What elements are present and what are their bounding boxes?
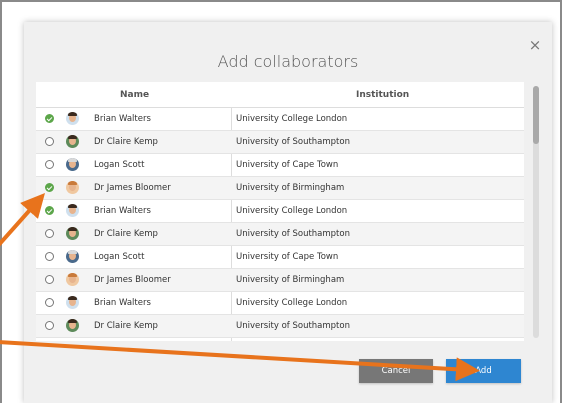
select-radio[interactable] <box>45 275 54 284</box>
collaborator-institution: University of Birmingham <box>236 275 345 285</box>
collaborators-table: Name Institution Brian Walters University… <box>36 82 524 341</box>
avatar <box>66 135 79 148</box>
table-row[interactable]: Dr James Bloomer University of Birmingham <box>36 177 524 200</box>
table-row[interactable]: Dr Claire Kemp University of Southampton <box>36 315 524 338</box>
collaborator-name: Dr James Bloomer <box>94 275 171 285</box>
collaborator-name: Brian Walters <box>94 114 151 124</box>
collaborator-name: Logan Scott <box>94 160 145 170</box>
add-button[interactable]: Add <box>446 359 521 383</box>
collaborator-institution: University College London <box>236 298 348 308</box>
collaborator-name: Dr James Bloomer <box>94 183 171 193</box>
avatar <box>66 181 79 194</box>
column-header-institution[interactable]: Institution <box>356 90 409 100</box>
table-row[interactable]: Brian Walters University College London <box>36 292 524 315</box>
cancel-button[interactable]: Cancel <box>359 359 433 383</box>
collaborator-institution: University College London <box>236 114 348 124</box>
collaborator-institution: University of Southampton <box>236 137 350 147</box>
avatar <box>66 227 79 240</box>
avatar <box>66 273 79 286</box>
collaborator-name: Dr Claire Kemp <box>94 229 158 239</box>
select-radio[interactable] <box>45 137 54 146</box>
selected-check-icon[interactable] <box>45 183 54 192</box>
avatar <box>66 158 79 171</box>
table-row[interactable]: Logan Scott University of Cape Town <box>36 154 524 177</box>
collaborator-institution: University of Southampton <box>236 229 350 239</box>
select-radio[interactable] <box>45 298 54 307</box>
table-row[interactable]: Brian Walters University College London <box>36 108 524 131</box>
collaborator-institution: University of Southampton <box>236 321 350 331</box>
collaborator-institution: University of Birmingham <box>236 183 345 193</box>
dialog-title: Add collaborators <box>217 52 359 71</box>
table-row[interactable]: Logan Scott University of Cape Town <box>36 246 524 269</box>
select-radio[interactable] <box>45 252 54 261</box>
select-radio[interactable] <box>45 160 54 169</box>
scrollbar-thumb[interactable] <box>533 86 539 144</box>
table-row[interactable]: Dr Claire Kemp University of Southampton <box>36 223 524 246</box>
collaborator-institution: University College London <box>236 206 348 216</box>
collaborator-institution: University of Cape Town <box>236 252 339 262</box>
collaborator-name: Brian Walters <box>94 298 151 308</box>
collaborator-name: Logan Scott <box>94 252 145 262</box>
select-radio[interactable] <box>45 321 54 330</box>
selected-check-icon[interactable] <box>45 114 54 123</box>
collaborator-institution: University of Cape Town <box>236 160 339 170</box>
avatar <box>66 319 79 332</box>
table-scrollbar[interactable] <box>533 86 539 338</box>
select-radio[interactable] <box>45 229 54 238</box>
collaborator-name: Dr Claire Kemp <box>94 137 158 147</box>
avatar <box>66 296 79 309</box>
table-row[interactable]: Brian Walters University College London <box>36 200 524 223</box>
table-header: Name Institution <box>36 82 524 108</box>
collaborator-name: Brian Walters <box>94 206 151 216</box>
avatar <box>66 112 79 125</box>
table-body: Brian Walters University College London Dr… <box>36 108 524 338</box>
avatar <box>66 204 79 217</box>
column-header-name[interactable]: Name <box>120 90 149 100</box>
avatar <box>66 250 79 263</box>
selected-check-icon[interactable] <box>45 206 54 215</box>
collaborator-name: Dr Claire Kemp <box>94 321 158 331</box>
table-row[interactable]: Dr James Bloomer University of Birmingham <box>36 269 524 292</box>
table-row[interactable]: Dr Claire Kemp University of Southampton <box>36 131 524 154</box>
close-icon[interactable]: × <box>528 38 542 53</box>
